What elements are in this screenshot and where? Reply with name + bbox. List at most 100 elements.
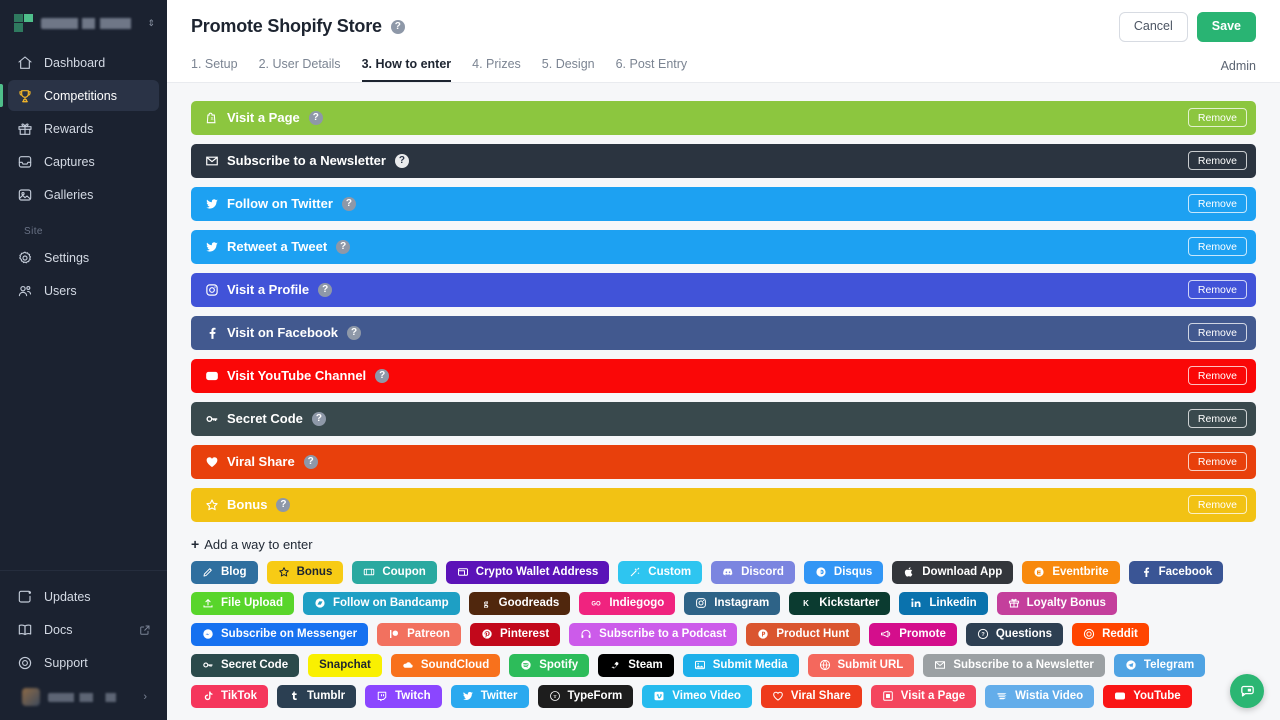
- entry-method-row[interactable]: Secret Code? Remove: [191, 401, 1256, 436]
- entry-type-tag[interactable]: Pinterest: [469, 622, 561, 646]
- entry-type-tag[interactable]: Secret Code: [191, 653, 300, 677]
- entry-type-tag[interactable]: Wistia Video: [985, 684, 1095, 708]
- question-circle-icon[interactable]: ?: [390, 19, 405, 34]
- entry-method-label: Visit a Profile: [227, 282, 310, 298]
- question-circle-icon[interactable]: ?: [347, 325, 362, 340]
- remove-button[interactable]: Remove: [1187, 194, 1247, 214]
- question-circle-icon[interactable]: ?: [336, 239, 351, 254]
- entry-type-tag[interactable]: Subscribe to a Newsletter: [923, 653, 1105, 677]
- entry-type-tag[interactable]: Steam: [598, 653, 674, 677]
- entry-type-tag[interactable]: Crypto Wallet Address: [445, 560, 610, 584]
- entry-type-tag[interactable]: Disqus: [803, 560, 884, 584]
- entry-type-tag[interactable]: Bonus: [266, 560, 344, 584]
- entry-type-tag[interactable]: Product Hunt: [746, 622, 861, 646]
- entry-method-row[interactable]: Visit a Profile? Remove: [191, 272, 1256, 307]
- question-circle-icon[interactable]: ?: [303, 454, 318, 469]
- entry-method-row[interactable]: Subscribe to a Newsletter? Remove: [191, 143, 1256, 178]
- remove-button[interactable]: Remove: [1187, 495, 1247, 515]
- entry-type-tag[interactable]: YouTube: [1103, 684, 1192, 708]
- entry-type-tag[interactable]: Vimeo Video: [642, 684, 752, 708]
- entry-method-row[interactable]: Follow on Twitter? Remove: [191, 186, 1256, 221]
- tab-2-user-details[interactable]: 2. User Details: [259, 53, 341, 82]
- entry-type-tag[interactable]: ? Questions: [965, 622, 1064, 646]
- question-circle-icon[interactable]: ?: [318, 282, 333, 297]
- add-way-to-enter-label: Add a way to enter: [204, 536, 313, 552]
- tab-3-how-to-enter[interactable]: 3. How to enter: [361, 53, 452, 82]
- entry-type-tag[interactable]: Reddit: [1072, 622, 1149, 646]
- sidebar-item-galleries[interactable]: Galleries: [8, 179, 159, 210]
- question-circle-icon[interactable]: ?: [341, 196, 356, 211]
- entry-type-tag[interactable]: Telegram: [1113, 653, 1206, 677]
- entry-type-tag[interactable]: Patreon: [377, 622, 461, 646]
- remove-button[interactable]: Remove: [1187, 366, 1247, 386]
- sidebar-item-support[interactable]: Support: [8, 647, 159, 678]
- remove-button[interactable]: Remove: [1187, 108, 1247, 128]
- entry-type-tag[interactable]: Visit a Page: [870, 684, 977, 708]
- entry-type-tag[interactable]: Snapchat: [308, 653, 382, 677]
- question-circle-icon[interactable]: ?: [311, 411, 326, 426]
- entry-method-row[interactable]: Visit YouTube Channel? Remove: [191, 358, 1256, 393]
- sidebar-item-dashboard[interactable]: Dashboard: [8, 47, 159, 78]
- sidebar-item-updates[interactable]: Updates: [8, 581, 159, 612]
- help-chat-button[interactable]: [1230, 674, 1264, 708]
- entry-type-tag[interactable]: Discord: [711, 560, 795, 584]
- entry-method-row[interactable]: Viral Share? Remove: [191, 444, 1256, 479]
- entry-type-tag[interactable]: Eventbrite: [1022, 560, 1120, 584]
- sidebar-item-users[interactable]: Users: [8, 275, 159, 306]
- remove-button[interactable]: Remove: [1187, 237, 1247, 257]
- remove-button[interactable]: Remove: [1187, 409, 1247, 429]
- question-circle-icon[interactable]: ?: [375, 368, 390, 383]
- tab-6-post-entry[interactable]: 6. Post Entry: [616, 53, 688, 82]
- entry-type-tag[interactable]: T TypeForm: [537, 684, 634, 708]
- entry-type-tag[interactable]: Download App: [892, 560, 1014, 584]
- entry-type-tag[interactable]: Viral Share: [760, 684, 862, 708]
- entry-type-tag[interactable]: Instagram: [684, 591, 781, 615]
- sidebar-item-competitions[interactable]: Competitions: [0, 80, 159, 111]
- entry-type-tag[interactable]: File Upload: [191, 591, 294, 615]
- entry-type-tag[interactable]: GO Indiegogo: [579, 591, 676, 615]
- remove-button[interactable]: Remove: [1187, 323, 1247, 343]
- entry-type-tag[interactable]: g Goodreads: [468, 591, 571, 615]
- entry-type-tag[interactable]: Twitter: [450, 684, 529, 708]
- remove-button[interactable]: Remove: [1187, 151, 1247, 171]
- save-button[interactable]: Save: [1196, 12, 1256, 42]
- user-account-switcher[interactable]: ›: [8, 680, 159, 716]
- tab-1-setup[interactable]: 1. Setup: [191, 53, 238, 82]
- tab-5-design[interactable]: 5. Design: [542, 53, 595, 82]
- question-circle-icon[interactable]: ?: [394, 153, 409, 168]
- entry-type-tag[interactable]: TikTok: [191, 684, 268, 708]
- question-circle-icon[interactable]: ?: [308, 110, 323, 125]
- entry-type-tag[interactable]: Follow on Bandcamp: [302, 591, 460, 615]
- sidebar-item-captures[interactable]: Captures: [8, 146, 159, 177]
- entry-method-row[interactable]: Retweet a Tweet? Remove: [191, 229, 1256, 264]
- entry-method-row[interactable]: Bonus? Remove: [191, 487, 1256, 522]
- cancel-button[interactable]: Cancel: [1118, 12, 1188, 42]
- entry-method-row[interactable]: Visit on Facebook? Remove: [191, 315, 1256, 350]
- entry-type-tag[interactable]: Subscribe on Messenger: [191, 622, 369, 646]
- workspace-switcher[interactable]: ⇕: [0, 0, 167, 43]
- entry-type-tag[interactable]: Submit URL: [807, 653, 915, 677]
- entry-type-tag[interactable]: Coupon: [352, 560, 437, 584]
- entry-type-tag[interactable]: Facebook: [1128, 560, 1224, 584]
- entry-type-tag[interactable]: Promote: [869, 622, 957, 646]
- entry-type-tag[interactable]: Twitch: [365, 684, 442, 708]
- entry-method-label: Subscribe to a Newsletter: [227, 153, 386, 169]
- entry-type-tag[interactable]: Spotify: [509, 653, 590, 677]
- remove-button[interactable]: Remove: [1187, 280, 1247, 300]
- entry-type-tag[interactable]: Loyalty Bonus: [996, 591, 1117, 615]
- entry-type-tag[interactable]: Submit Media: [682, 653, 799, 677]
- entry-method-row[interactable]: S Visit a Page? Remove: [191, 100, 1256, 135]
- tab-4-prizes[interactable]: 4. Prizes: [472, 53, 521, 82]
- sidebar-item-rewards[interactable]: Rewards: [8, 113, 159, 144]
- entry-type-tag[interactable]: Blog: [191, 560, 258, 584]
- sidebar-item-settings[interactable]: Settings: [8, 242, 159, 273]
- entry-type-tag[interactable]: K Kickstarter: [789, 591, 891, 615]
- question-circle-icon[interactable]: ?: [276, 497, 291, 512]
- entry-type-tag[interactable]: Custom: [618, 560, 703, 584]
- remove-button[interactable]: Remove: [1187, 452, 1247, 472]
- sidebar-item-docs[interactable]: Docs: [8, 614, 159, 645]
- entry-type-tag[interactable]: SoundCloud: [390, 653, 501, 677]
- entry-type-tag[interactable]: Tumblr: [277, 684, 357, 708]
- entry-type-tag[interactable]: Linkedin: [899, 591, 988, 615]
- entry-type-tag[interactable]: Subscribe to a Podcast: [569, 622, 738, 646]
